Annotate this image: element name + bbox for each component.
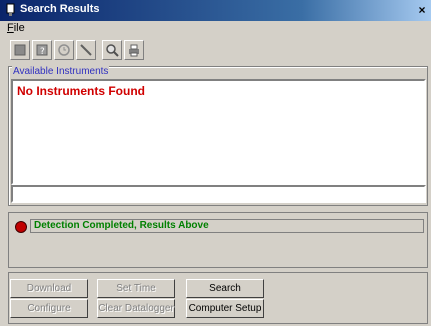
search-button[interactable]: Search (186, 279, 264, 298)
probe-button[interactable] (76, 40, 96, 60)
menu-file[interactable]: File (7, 22, 25, 34)
group-label: Available Instruments (12, 66, 110, 77)
clock-icon (58, 44, 70, 56)
toolbar: ? (10, 40, 160, 62)
close-icon[interactable]: × (415, 3, 429, 17)
instrument-detail-field[interactable] (11, 185, 426, 203)
clock-button[interactable] (54, 40, 74, 60)
configure-button[interactable]: Configure (10, 299, 88, 318)
status-indicator-icon (15, 221, 27, 233)
print-button[interactable] (124, 40, 144, 60)
svg-text:?: ? (40, 47, 45, 57)
stop-icon (14, 44, 26, 56)
title-bar[interactable]: Search Results × (0, 0, 431, 21)
window-title: Search Results (20, 3, 100, 15)
printer-icon (129, 44, 139, 57)
search-tool-button[interactable] (102, 40, 122, 60)
help-icon: ? (36, 44, 48, 57)
menu-bar: File (0, 21, 431, 36)
clear-datalogger-button[interactable]: Clear Datalogger (97, 299, 175, 318)
computer-setup-button[interactable]: Computer Setup (186, 299, 264, 318)
status-message: Detection Completed, Results Above (30, 219, 424, 233)
app-icon (4, 3, 18, 17)
set-time-button[interactable]: Set Time (97, 279, 175, 298)
magnifier-icon (106, 44, 119, 57)
probe-icon (80, 44, 92, 56)
download-button[interactable]: Download (10, 279, 88, 298)
instrument-list[interactable]: No Instruments Found (11, 79, 426, 185)
help-button[interactable]: ? (32, 40, 52, 60)
stop-button[interactable] (10, 40, 30, 60)
empty-message: No Instruments Found (17, 84, 145, 98)
